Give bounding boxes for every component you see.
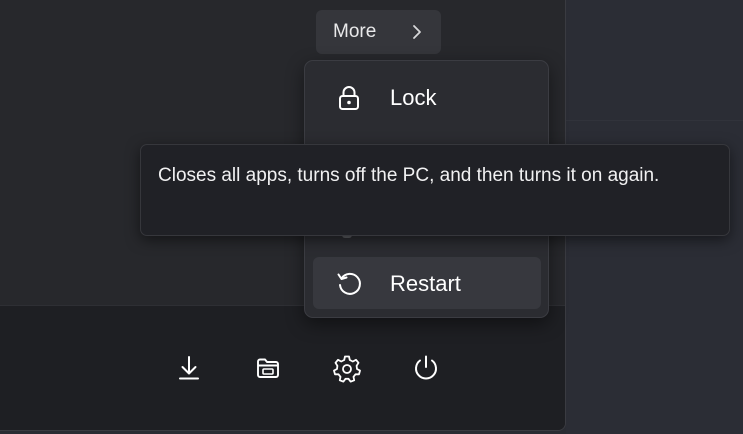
desktop-divider — [566, 120, 743, 121]
more-button[interactable]: More — [316, 10, 441, 54]
lock-icon — [339, 86, 359, 110]
chevron-right-icon — [413, 25, 421, 39]
power-button[interactable] — [404, 346, 448, 390]
restart-tooltip: Closes all apps, turns off the PC, and t… — [140, 144, 730, 236]
settings-button[interactable] — [325, 346, 369, 390]
file-explorer-icon — [257, 358, 279, 378]
restart-label: Restart — [390, 271, 461, 296]
restart-menu-item[interactable]: Restart — [313, 257, 541, 309]
power-icon — [415, 355, 437, 380]
lock-menu-item[interactable]: Lock — [313, 71, 541, 123]
downloads-icon — [179, 356, 199, 380]
file-explorer-button[interactable] — [246, 346, 290, 390]
restart-icon — [337, 272, 361, 295]
tooltip-text: Closes all apps, turns off the PC, and t… — [158, 165, 660, 186]
downloads-button[interactable] — [167, 346, 211, 390]
lock-label: Lock — [390, 85, 437, 110]
settings-icon — [333, 355, 361, 383]
more-button-label: More — [333, 21, 377, 42]
